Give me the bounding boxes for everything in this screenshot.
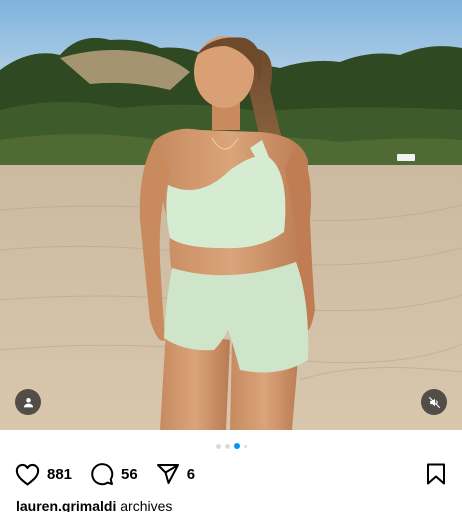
carousel-dot [243, 444, 247, 448]
beach-photo [0, 0, 462, 430]
share-button[interactable]: 6 [156, 463, 195, 485]
share-count[interactable]: 6 [187, 466, 195, 483]
comment-button[interactable]: 56 [90, 462, 138, 486]
like-button[interactable]: 881 [15, 463, 72, 486]
carousel-indicator [0, 443, 462, 449]
like-count[interactable]: 881 [47, 466, 72, 483]
save-button[interactable] [426, 463, 446, 485]
user-tag-icon [23, 397, 33, 407]
comment-bubble-icon [91, 463, 114, 486]
carousel-dot-active [233, 443, 240, 449]
bookmark-icon [427, 463, 445, 485]
caption-username[interactable]: lauren.grimaldi [16, 498, 116, 512]
carousel-dot [215, 443, 221, 449]
mute-audio-button[interactable] [421, 389, 447, 415]
comment-count[interactable]: 56 [121, 466, 138, 483]
instagram-post: 881 56 6 lauren.grimaldi archives [0, 0, 462, 512]
paper-plane-icon [156, 464, 179, 484]
carousel-dot [224, 443, 230, 449]
speaker-muted-icon [428, 396, 440, 408]
post-caption: lauren.grimaldi archives [16, 498, 172, 512]
post-action-bar: 881 56 6 [15, 461, 446, 487]
heart-icon [15, 463, 40, 485]
caption-text: archives [120, 498, 173, 512]
tagged-users-button[interactable] [15, 389, 41, 415]
post-photo[interactable] [0, 0, 462, 430]
